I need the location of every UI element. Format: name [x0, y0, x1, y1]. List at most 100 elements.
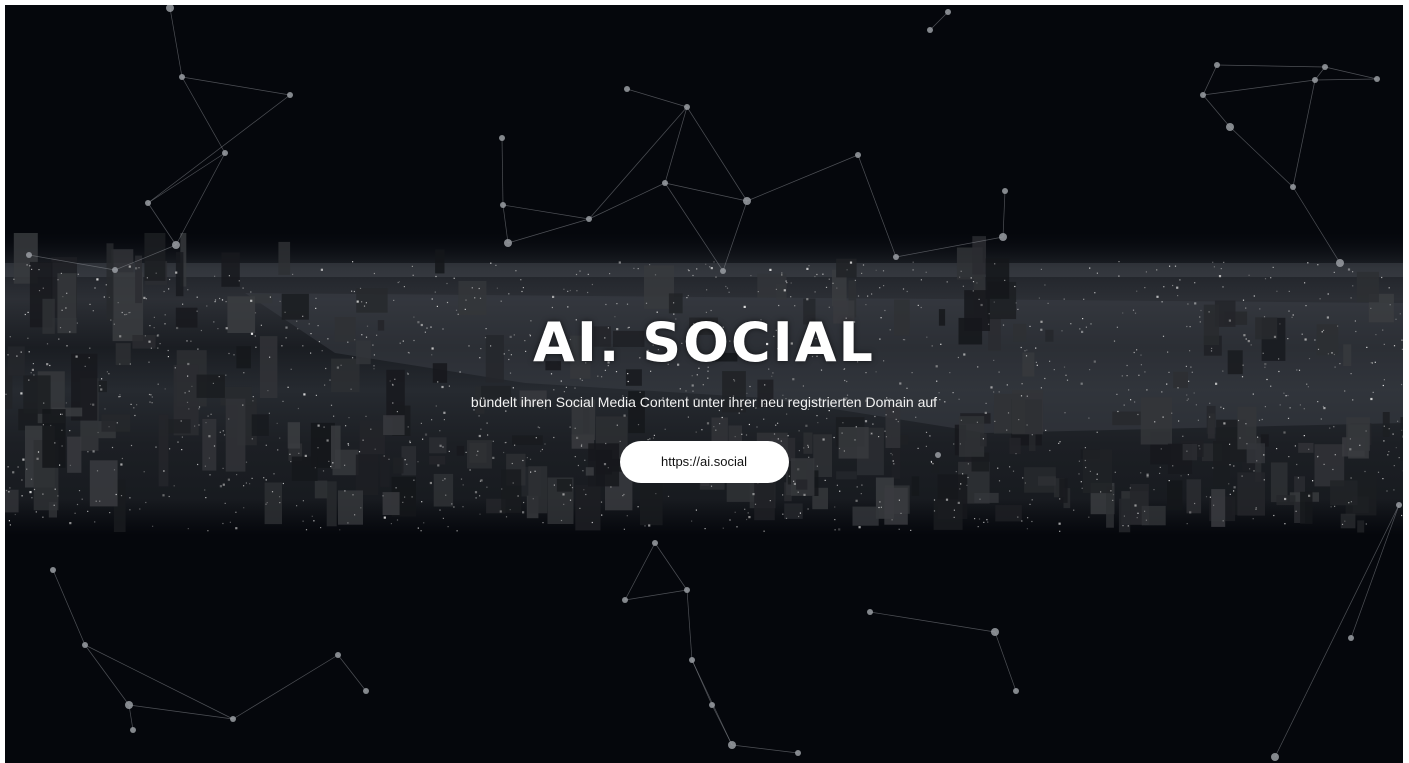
network-line: [664, 182, 724, 272]
network-line: [746, 154, 859, 202]
network-line: [114, 244, 177, 271]
network-line: [588, 106, 688, 220]
network-line: [337, 654, 367, 692]
network-node: [499, 135, 505, 141]
network-line: [181, 76, 291, 96]
network-node: [689, 657, 695, 663]
network-line: [869, 611, 996, 633]
network-line: [664, 106, 688, 184]
network-line: [1216, 64, 1326, 68]
network-line: [501, 137, 504, 206]
network-node: [1271, 753, 1279, 761]
network-line: [1314, 78, 1378, 81]
network-line: [502, 204, 590, 220]
network-line: [128, 704, 234, 720]
network-node: [172, 241, 180, 249]
network-node: [166, 5, 174, 12]
network-node: [230, 716, 236, 722]
network-line: [588, 182, 666, 220]
network-line: [1002, 190, 1006, 238]
network-node: [130, 727, 136, 733]
network-node: [1002, 188, 1008, 194]
network-node: [1312, 77, 1318, 83]
network-node: [652, 540, 658, 546]
network-line: [994, 631, 1017, 692]
network-node: [145, 200, 151, 206]
network-line: [147, 152, 226, 204]
network-line: [1292, 79, 1316, 188]
network-line: [1202, 64, 1218, 96]
network-node: [335, 652, 341, 658]
network-node: [728, 741, 736, 749]
network-node: [867, 609, 873, 615]
network-line: [1229, 126, 1294, 188]
network-line: [1350, 504, 1400, 639]
network-node: [1374, 76, 1380, 82]
network-node: [999, 233, 1007, 241]
network-line: [929, 11, 949, 31]
network-line: [664, 182, 748, 202]
network-node: [684, 104, 690, 110]
screen-frame: AI. SOCIAL bündelt ihren Social Media Co…: [0, 0, 1409, 763]
network-node: [1226, 123, 1234, 131]
network-node: [125, 701, 133, 709]
network-node: [26, 252, 32, 258]
network-line: [1292, 186, 1341, 264]
hero-subtitle: bündelt ihren Social Media Content unter…: [470, 394, 938, 410]
network-line: [731, 744, 799, 754]
network-node: [893, 254, 899, 260]
network-node: [720, 268, 726, 274]
network-line: [624, 589, 688, 601]
network-line: [722, 200, 748, 272]
network-node: [855, 152, 861, 158]
network-line: [169, 7, 183, 78]
network-node: [795, 750, 801, 756]
network-line: [507, 218, 590, 244]
network-node: [586, 216, 592, 222]
network-node: [1200, 92, 1206, 98]
network-node: [179, 74, 185, 80]
network-node: [662, 180, 668, 186]
network-line: [1202, 79, 1316, 96]
network-line: [28, 254, 116, 271]
network-line: [232, 654, 339, 720]
network-node: [709, 702, 715, 708]
network-line: [175, 152, 226, 246]
network-node: [927, 27, 933, 33]
network-line: [1274, 504, 1400, 758]
network-node: [1396, 502, 1402, 508]
network-node: [112, 267, 118, 273]
network-line: [181, 76, 226, 154]
network-line: [626, 88, 688, 108]
network-node: [500, 202, 506, 208]
network-line: [624, 542, 656, 601]
network-node: [82, 642, 88, 648]
network-node: [1013, 688, 1019, 694]
network-node: [222, 150, 228, 156]
network-line: [1202, 94, 1231, 128]
domain-link-button[interactable]: https://ai.social: [619, 441, 789, 483]
network-node: [991, 628, 999, 636]
network-node: [945, 9, 951, 15]
hero-section: AI. SOCIAL bündelt ihren Social Media Co…: [5, 5, 1403, 763]
network-line: [686, 589, 693, 661]
hero-content: AI. SOCIAL bündelt ihren Social Media Co…: [5, 311, 1403, 483]
network-node: [363, 688, 369, 694]
hero-title: AI. SOCIAL: [533, 311, 875, 374]
network-node: [1214, 62, 1220, 68]
network-node: [624, 86, 630, 92]
network-node: [504, 239, 512, 247]
network-line: [52, 569, 86, 646]
network-node: [287, 92, 293, 98]
network-node: [684, 587, 690, 593]
network-line: [654, 542, 688, 591]
network-node: [1348, 635, 1354, 641]
network-node: [1290, 184, 1296, 190]
network-node: [622, 597, 628, 603]
network-line: [1324, 66, 1378, 80]
network-line: [147, 202, 177, 246]
network-node: [50, 567, 56, 573]
network-line: [895, 236, 1004, 258]
network-line: [857, 154, 897, 258]
network-line: [147, 94, 291, 204]
